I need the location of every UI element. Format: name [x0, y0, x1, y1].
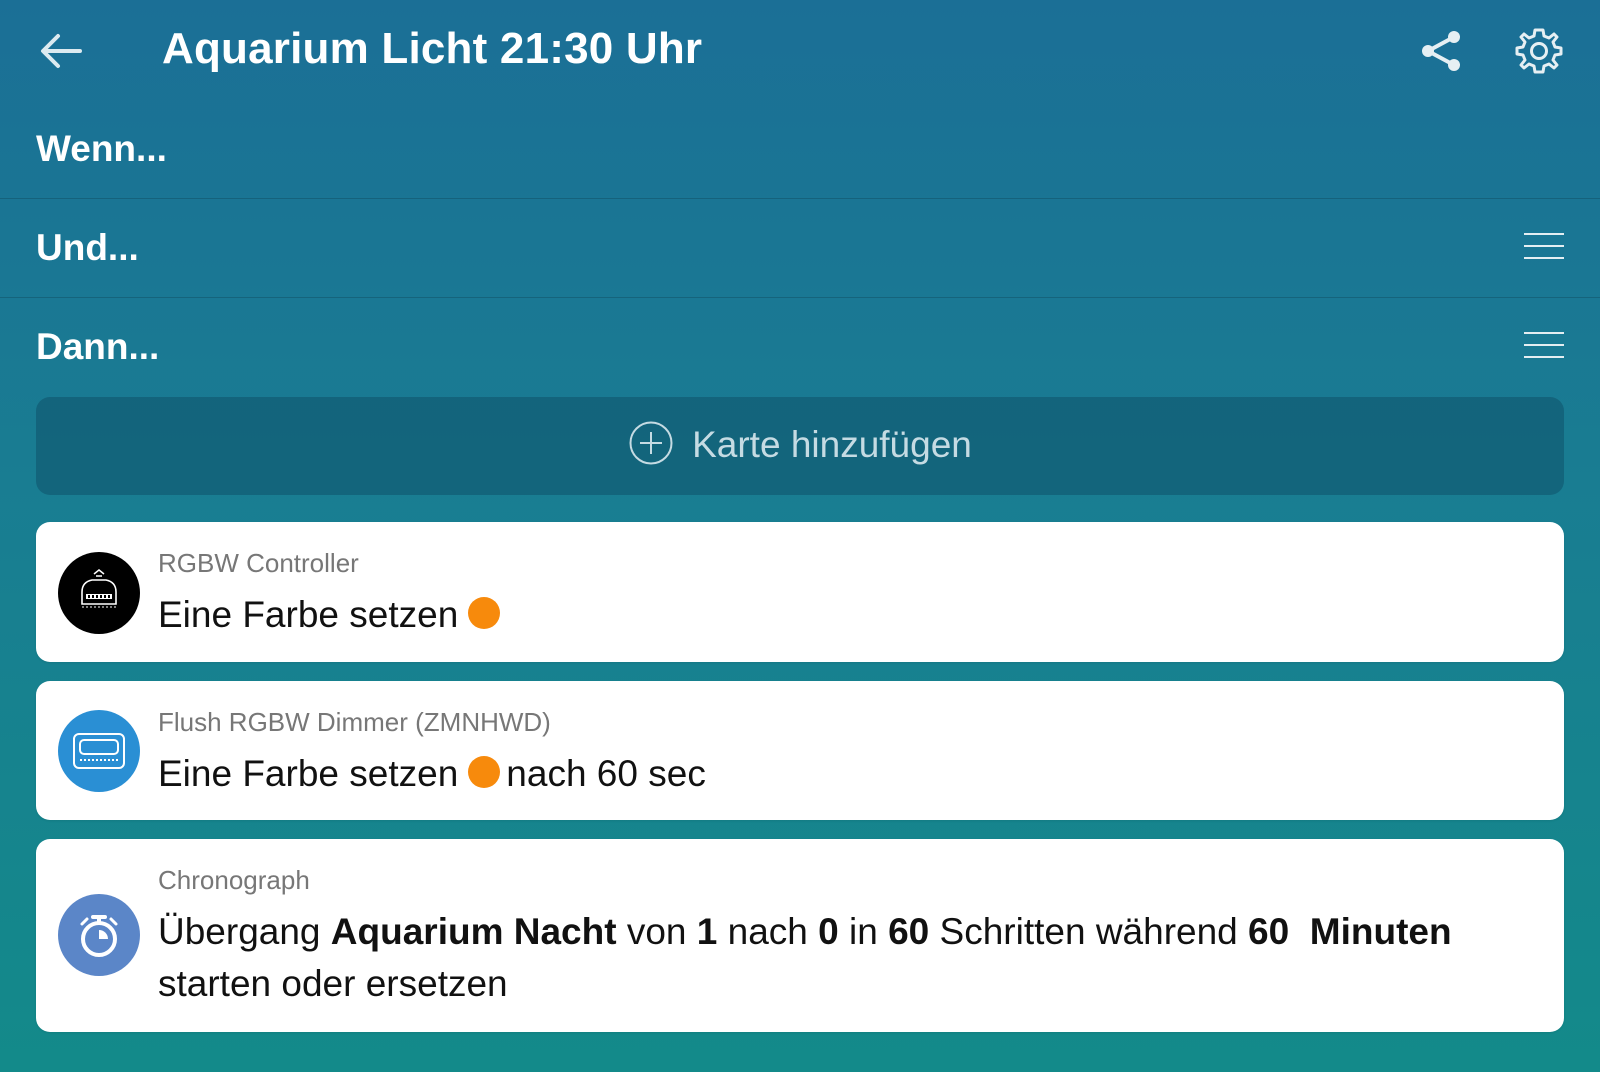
reorder-icon[interactable] [1524, 233, 1564, 259]
action-text: Übergang Aquarium Nacht von 1 nach 0 in … [158, 911, 1452, 953]
stopwatch-icon [58, 894, 140, 976]
color-swatch [468, 597, 501, 630]
to-value: 0 [818, 911, 839, 952]
action-card-flush-dimmer[interactable]: Flush RGBW Dimmer (ZMNHWD) Eine Farbe se… [36, 681, 1564, 820]
add-card-content: Karte hinzufügen [36, 421, 1564, 466]
color-swatch [468, 756, 501, 789]
section-when-label: Wenn... [36, 128, 167, 169]
action-text-line2: starten oder ersetzen [158, 963, 508, 1004]
steps-value: 60 [888, 911, 930, 952]
action-text: Eine Farbe setzen nach 60 sec [158, 753, 706, 795]
text-part: in [838, 911, 889, 952]
action-card-chronograph[interactable]: Chronograph Übergang Aquarium Nacht von … [36, 839, 1564, 1032]
duration-value: 60 Minuten [1248, 911, 1452, 952]
transition-name: Aquarium Nacht [330, 911, 617, 952]
back-arrow-icon[interactable] [36, 28, 86, 74]
fibaro-controller-icon [58, 552, 140, 634]
reorder-icon[interactable] [1524, 332, 1564, 358]
text-part: Übergang [158, 911, 331, 952]
share-icon[interactable] [1418, 28, 1466, 74]
page-title: Aquarium Licht 21:30 Uhr [162, 24, 703, 73]
section-then-label: Dann... [36, 326, 160, 367]
from-value: 1 [696, 911, 718, 952]
action-card-rgbw-controller[interactable]: RGBW Controller Eine Farbe setzen [36, 522, 1564, 662]
gear-icon[interactable] [1514, 26, 1564, 76]
device-name: RGBW Controller [158, 548, 359, 578]
action-label: Eine Farbe setzen [158, 753, 459, 794]
device-name: Flush RGBW Dimmer (ZMNHWD) [158, 707, 551, 737]
add-card-label: Karte hinzufügen [692, 424, 972, 465]
text-part: von [616, 911, 697, 952]
section-and-label: Und... [36, 227, 139, 268]
section-then[interactable]: Dann... [0, 298, 1600, 396]
section-and[interactable]: Und... [0, 199, 1600, 297]
action-delay: nach 60 sec [506, 753, 706, 794]
app-bar: Aquarium Licht 21:30 Uhr [0, 0, 1600, 100]
dimmer-module-icon [58, 710, 140, 792]
add-card-button[interactable]: Karte hinzufügen [36, 397, 1564, 495]
section-when[interactable]: Wenn... [0, 100, 1600, 198]
plus-circle-icon [628, 420, 674, 466]
action-text: Eine Farbe setzen [158, 594, 506, 636]
action-label: Eine Farbe setzen [158, 594, 459, 635]
text-part: Schritten während [929, 911, 1249, 952]
device-name: Chronograph [158, 865, 310, 895]
text-part: nach [717, 911, 819, 952]
